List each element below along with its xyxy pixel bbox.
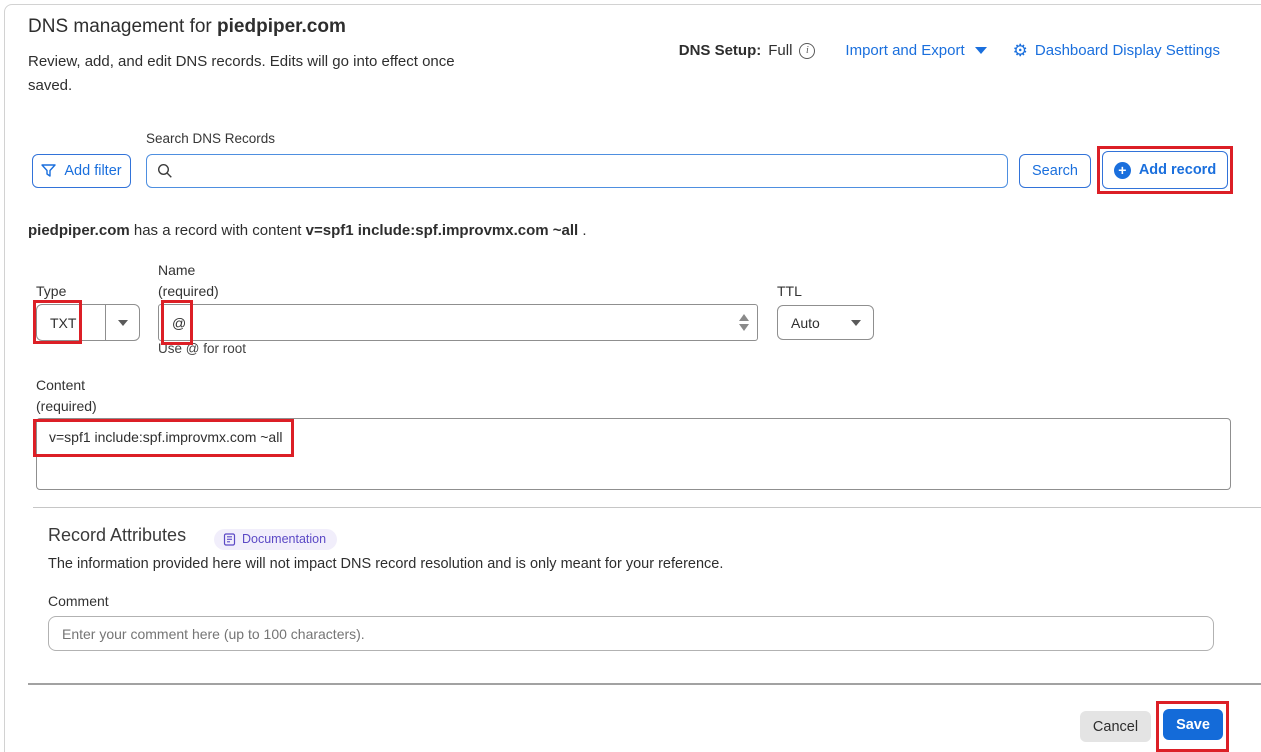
page-title-prefix: DNS management for [28,16,217,37]
cancel-label: Cancel [1093,719,1138,735]
documentation-badge[interactable]: Documentation [214,529,337,550]
type-select-arrow-cell [106,320,139,326]
content-required-label: (required) [36,398,97,414]
cancel-button[interactable]: Cancel [1080,711,1151,742]
chevron-down-icon [118,320,128,326]
search-input[interactable] [181,155,997,187]
type-select[interactable]: TXT [36,304,140,341]
import-export-label: Import and Export [845,42,964,59]
comment-input[interactable] [48,616,1214,651]
add-filter-label: Add filter [64,163,121,179]
gear-icon: ⚙ [1013,42,1028,59]
add-record-label: Add record [1139,162,1216,178]
name-hint: Use @ for root [158,341,246,356]
chevron-down-icon [851,320,861,326]
content-textarea[interactable]: v=spf1 include:spf.improvmx.com ~all [36,418,1231,490]
add-record-button[interactable]: + Add record [1102,151,1228,189]
page-subtitle: Review, add, and edit DNS records. Edits… [28,50,498,98]
comment-label: Comment [48,593,109,609]
name-input[interactable] [172,315,739,331]
info-icon[interactable]: i [799,43,815,59]
search-button-label: Search [1032,163,1078,179]
type-select-value: TXT [37,315,105,331]
ttl-select[interactable]: Auto [777,305,874,340]
search-button[interactable]: Search [1019,154,1091,188]
book-icon [223,533,236,546]
ttl-label: TTL [777,283,802,299]
plus-circle-icon: + [1114,162,1131,179]
attributes-description: The information provided here will not i… [48,556,723,572]
existing-record-notice: piedpiper.com has a record with content … [28,222,587,239]
search-field-label: Search DNS Records [146,131,275,146]
notice-middle: has a record with content [130,222,306,239]
save-label: Save [1176,717,1210,733]
add-filter-button[interactable]: Add filter [32,154,131,188]
dashboard-settings-label: Dashboard Display Settings [1035,42,1220,59]
import-export-menu[interactable]: Import and Export [845,42,986,59]
dns-search-box [146,154,1008,188]
footer-divider [28,683,1261,685]
content-label: Content [36,377,85,393]
ttl-select-value: Auto [791,315,820,331]
name-stepper[interactable] [739,314,749,331]
dashboard-display-settings-link[interactable]: ⚙ Dashboard Display Settings [1013,42,1220,59]
filter-icon [41,164,56,178]
type-label: Type [36,283,66,299]
dns-setup-status: DNS Setup: Full i [679,42,816,59]
notice-content: v=spf1 include:spf.improvmx.com ~all [306,222,579,239]
save-button[interactable]: Save [1163,709,1223,740]
dns-setup-label: DNS Setup: [679,42,762,59]
dns-setup-value: Full [768,42,792,59]
name-label: Name [158,262,195,278]
record-attributes-heading: Record Attributes [48,525,186,546]
stepper-up-icon[interactable] [739,314,749,321]
section-divider [33,507,1261,508]
documentation-label: Documentation [242,532,326,546]
dns-management-page: DNS management for piedpiper.com Review,… [0,0,1261,752]
page-title-domain: piedpiper.com [217,16,346,37]
notice-domain: piedpiper.com [28,222,130,239]
search-icon [157,163,173,179]
page-title: DNS management for piedpiper.com [28,16,346,38]
name-input-box [158,304,758,341]
notice-suffix: . [578,222,586,239]
name-required-label: (required) [158,283,219,299]
header-toolbar: DNS Setup: Full i Import and Export ⚙ Da… [679,42,1220,59]
chevron-down-icon [975,47,987,54]
stepper-down-icon[interactable] [739,324,749,331]
